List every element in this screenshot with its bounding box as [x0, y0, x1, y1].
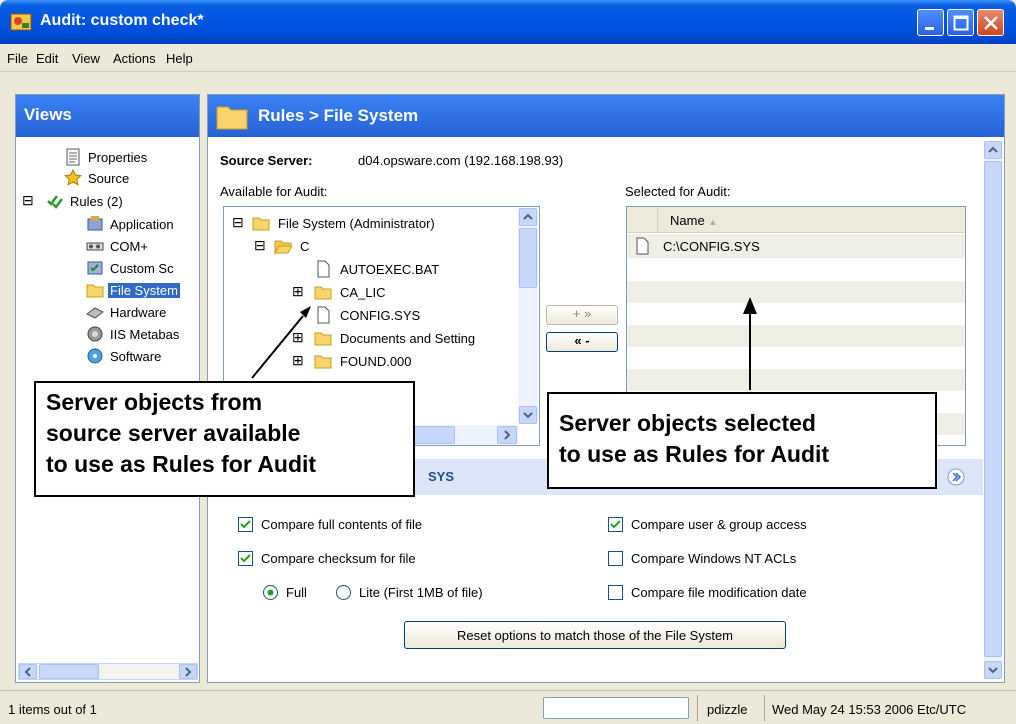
callout-selected: Server objects selected to use as Rules … — [547, 392, 937, 489]
status-divider — [764, 695, 765, 721]
callout-arrows — [251, 297, 757, 390]
status-progress — [543, 697, 689, 719]
status-user: pdizzle — [707, 702, 748, 717]
callout-available: Server objects from source server availa… — [34, 381, 415, 497]
status-datetime: Wed May 24 15:53 2006 Etc/UTC — [772, 702, 967, 717]
status-divider — [697, 695, 698, 721]
item-count-status: 1 items out of 1 — [8, 702, 97, 717]
status-bar: 1 items out of 1 pdizzle Wed May 24 15:5… — [0, 690, 1016, 724]
